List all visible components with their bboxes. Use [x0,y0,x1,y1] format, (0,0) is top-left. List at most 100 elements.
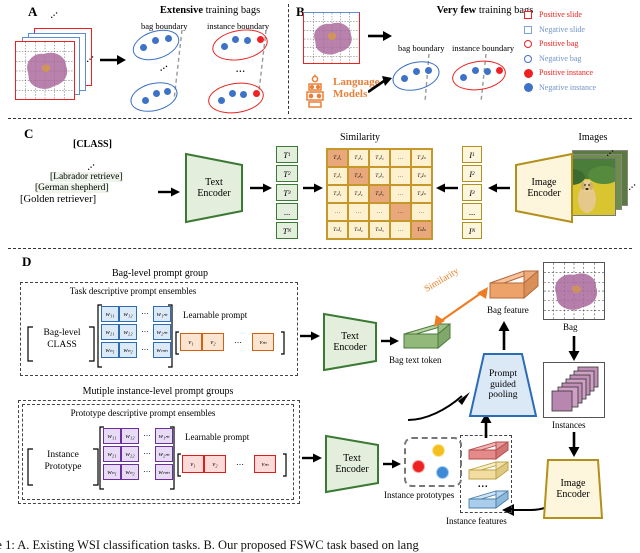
text-token: T3 [276,184,298,201]
bag-positive-a2 [206,79,266,117]
panel-c-image-tokens: I1 I2 I3 ... IN [462,146,482,239]
instances-label: Instances [552,420,586,430]
matrix-cell: T₃I₁ [327,185,348,203]
v-box: v₂ [204,455,226,473]
w-box: w₂₁ [101,324,119,340]
similarity-double-arrow-icon [434,287,488,327]
w-label: w₁₂ [123,310,133,318]
cell-text: T₁I₂ [354,155,363,161]
panel-a-slide-stack [14,28,94,100]
circle-filled-red-icon [522,68,534,78]
instance-negative [221,43,228,50]
matrix-cell: T₁I₁ [327,149,348,167]
w-label: w₂₂ [125,450,135,458]
legend-item: Negative bag [522,52,596,67]
token-sub: 3 [287,189,291,196]
cell-text: TₙIₙ [417,227,426,233]
bag-class-line2: CLASS [47,339,77,350]
legend-label: Negative instance [539,82,597,92]
instance-negative [152,37,159,44]
matrix-cell: T₁I₂ [348,149,369,167]
pooling-line1: Prompt [489,369,517,380]
token-sub: 2 [287,170,291,177]
bag-negative-a1 [128,24,184,66]
w-label: wₙ₂ [125,469,135,476]
bag-group-title: Bag-level prompt group [111,268,209,279]
panel-d-bag-arrow-icon [300,331,320,341]
image-token: I3 [462,184,482,201]
v-label: vₘ [259,339,267,346]
v-box: vₘ [252,333,274,351]
panel-a-bags-ellipsis-2: ... [236,64,246,74]
panel-b-slide [303,12,360,64]
matrix-cell: … [390,221,411,239]
panel-d-text-encoder-instance: Text Encoder [324,434,380,494]
panel-b-arrow-bottom-icon [368,76,392,94]
instance-negative [140,44,147,51]
cell-text: … [398,227,403,233]
panel-d-instances-box [543,362,605,418]
bag-to-instances-arrow-icon [568,336,580,361]
panel-c-class-example-1: [Labrador retrieve] [50,172,123,182]
v-label: v₂ [212,460,218,468]
matrix-cell: T₂Iₙ [411,167,432,185]
matrix-cell: … [348,203,369,221]
cell-text: T₃I₃ [375,191,384,197]
tissue-blob-icon [555,273,598,310]
v-box: v₁ [180,333,202,351]
w-label: w₁₁ [107,432,117,440]
panel-d-bag-image [543,262,605,320]
panel-b-title-bold: Very few [436,5,477,16]
instance-positive [257,36,264,43]
token-sub: N [287,227,292,234]
matrix-cell: T₃Iₙ [411,185,432,203]
panel-c-arrow-3-icon [303,183,323,193]
bag-v-vector: v₁ v₂ ⋯ vₘ [180,333,274,351]
token-sub: 3 [472,189,475,196]
instance-negative [413,68,420,75]
w-label: w₁ₘ [156,311,168,318]
w-label: w₁₁ [105,310,115,318]
token-sub: 1 [287,151,291,158]
image-encoder-line2: Encoder [556,489,590,500]
v-label: v₂ [210,338,216,346]
matrix-cell: … [390,149,411,167]
cell-text: TₙI₂ [354,227,363,233]
panel-a-bags-ellipsis: ... [156,59,170,73]
panel-d-letter: D [22,254,32,269]
v-box: vₘ [254,455,276,473]
instance-negative [240,91,247,98]
panel-c-class-label: [CLASS] [73,139,112,150]
token-label: ... [283,206,291,217]
w-label: w₁₂ [125,432,135,440]
tissue-blob-icon [314,22,352,55]
panel-c-arrow-4-icon [436,183,458,193]
cell-text: … [355,209,362,215]
panel-a-title-rest: training bags [203,5,261,16]
matrix-cell: T₂I₂ [348,167,369,185]
panel-c-image-encoder: Image Encoder [514,152,574,224]
w-box: wₙ₁ [101,342,119,358]
instance-negative [244,37,251,44]
legend-label: Negative bag [539,53,582,63]
image-encoder-line2: Encoder [527,188,561,199]
panel-c-arrow-5-icon [488,183,510,193]
token-label: ... [468,206,476,217]
instance-class-line2: Prototype [44,461,82,472]
prototype-dot-blue [436,466,449,479]
v-ellipsis: ⋯ [236,459,244,469]
cell-text: T₁Iₙ [417,155,426,161]
instance-positive [496,67,503,74]
panel-c-arrow-1-icon [158,187,180,197]
instance-feature-bar-3 [468,490,509,509]
panel-c-text-encoder: Text Encoder [184,152,244,224]
panel-c-similarity-title: Similarity [340,132,380,143]
image-token: I2 [462,165,482,182]
instance-negative [165,35,172,42]
panel-c-images-title: Images [578,132,608,143]
tissue-blob-icon [27,52,68,89]
cell-text: … [334,209,341,215]
bag-negative-a2 [127,77,181,117]
bag-learnable-prompt-label: Learnable prompt [183,310,248,320]
instance-ensemble-title: Prototype descriptive prompt ensembles [70,408,216,418]
